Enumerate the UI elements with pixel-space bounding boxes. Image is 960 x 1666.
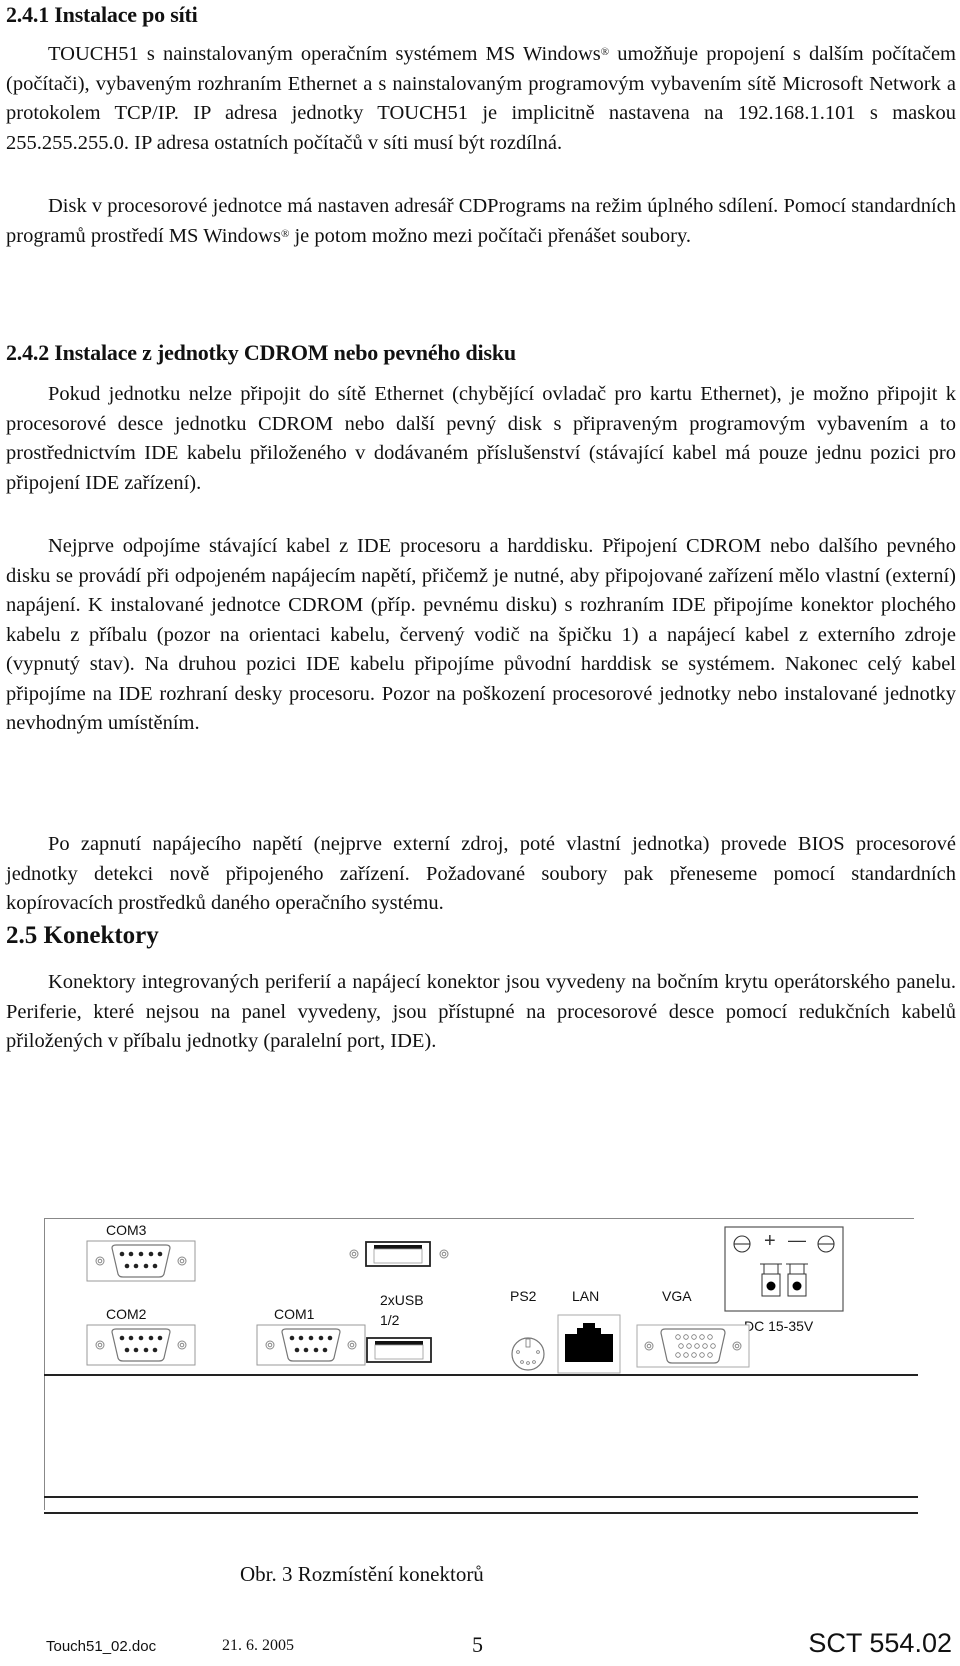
paragraph-disk-sharing: Disk v procesorové jednotce má nastaven … [6, 195, 956, 247]
document-page: 2.4.1 Instalace po síti TOUCH51 s nainst… [0, 0, 960, 1666]
com2-db9-connector-icon [86, 1324, 196, 1366]
heading-2-4-2: 2.4.2 Instalace z jednotky CDROM nebo pe… [6, 340, 516, 365]
panel-divider [44, 1512, 918, 1514]
paragraph-cdrom-procedure: Nejprve odpojíme stávající kabel z IDE p… [6, 535, 956, 734]
dc-power-terminal-icon [724, 1226, 844, 1312]
heading-2-4-1: 2.4.1 Instalace po síti [6, 2, 198, 27]
ps2-connector-icon [511, 1337, 545, 1371]
registered-mark: ® [600, 46, 610, 58]
lan-rj45-connector-icon [557, 1314, 621, 1374]
panel-left-edge [44, 1218, 45, 1510]
label-lan: LAN [572, 1288, 600, 1304]
figure-caption: Obr. 3 Rozmístění konektorů [240, 1562, 484, 1586]
page-number: 5 [472, 1632, 483, 1657]
minus-terminal-label: — [788, 1230, 806, 1250]
heading-2-5: 2.5 Konektory [6, 922, 159, 949]
panel-divider [44, 1496, 918, 1498]
vga-connector-icon [636, 1324, 750, 1368]
paragraph-network-install: TOUCH51 s nainstalovaným operačním systé… [6, 43, 957, 154]
com1-db9-connector-icon [256, 1324, 366, 1366]
paragraph-bios-detection: Po zapnutí napájecího napětí (nejprve ex… [6, 833, 956, 914]
label-dc-power: DC 15-35V [744, 1318, 814, 1334]
paragraph-cdrom-intro: Pokud jednotku nelze připojit do sítě Et… [6, 383, 956, 494]
connector-panel-figure: COM3 COM2 COM1 2xUSB 1/2 PS2 LAN VGA DC … [44, 1218, 918, 1514]
panel-top-edge [44, 1218, 914, 1219]
paragraph-connectors: Konektory integrovaných periferií a napá… [6, 971, 956, 1052]
footer-doc-code: SCT 554.02 [808, 1628, 952, 1658]
footer-date: 21. 6. 2005 [222, 1637, 294, 1654]
label-vga: VGA [662, 1288, 692, 1304]
label-com3: COM3 [106, 1222, 147, 1238]
registered-mark: ® [280, 227, 290, 240]
label-com2: COM2 [106, 1306, 147, 1322]
com3-db9-connector-icon [86, 1240, 196, 1282]
plus-terminal-label: + [764, 1230, 776, 1252]
label-ps2: PS2 [510, 1288, 537, 1304]
label-com1: COM1 [274, 1306, 315, 1322]
label-usb: 2xUSB [380, 1292, 424, 1308]
panel-divider [44, 1374, 918, 1376]
usb-port-2-icon [366, 1337, 432, 1363]
usb-port-1-icon [349, 1241, 449, 1267]
footer-filename: Touch51_02.doc [46, 1638, 157, 1655]
label-usb-ports: 1/2 [380, 1312, 400, 1328]
